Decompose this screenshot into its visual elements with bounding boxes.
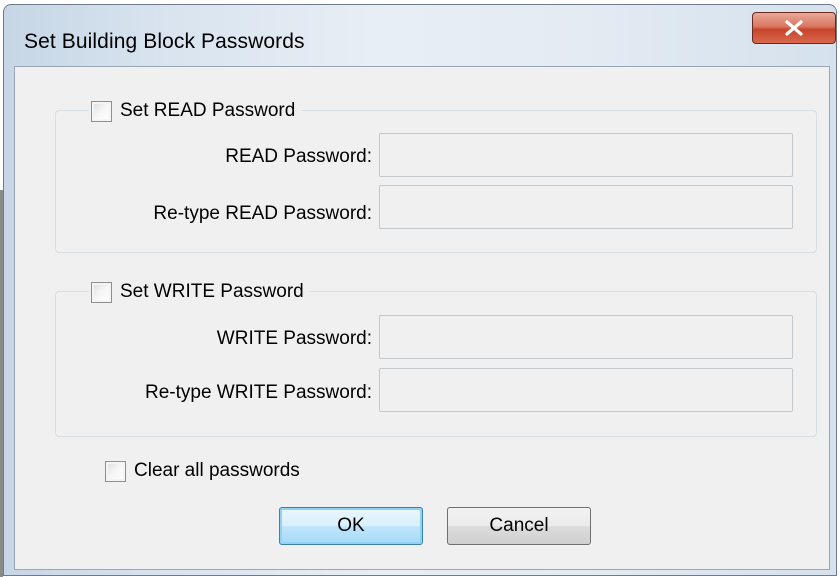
set-write-password-checkbox[interactable] xyxy=(91,281,112,303)
write-password-group xyxy=(55,291,817,437)
write-group-legend[interactable]: Set WRITE Password xyxy=(89,279,310,305)
retype-write-password-label: Re-type WRITE Password: xyxy=(145,382,372,403)
retype-read-password-label: Re-type READ Password: xyxy=(153,203,372,224)
ok-button[interactable]: OK xyxy=(279,507,423,545)
clear-all-passwords-checkbox[interactable] xyxy=(105,460,126,482)
write-password-label: WRITE Password: xyxy=(216,328,372,349)
dialog-client-area: Set READ Password READ Password: Re-type… xyxy=(14,66,830,570)
write-password-field[interactable] xyxy=(379,315,793,359)
clear-all-passwords-row[interactable]: Clear all passwords xyxy=(103,458,306,484)
retype-read-password-field[interactable] xyxy=(379,185,793,229)
cancel-button[interactable]: Cancel xyxy=(447,507,591,545)
set-write-password-label: Set WRITE Password xyxy=(120,281,304,302)
read-password-label: READ Password: xyxy=(225,146,372,167)
clear-all-passwords-label: Clear all passwords xyxy=(134,460,300,481)
read-password-field[interactable] xyxy=(379,133,793,177)
close-icon xyxy=(785,20,803,36)
read-password-group xyxy=(55,110,817,253)
dialog-title: Set Building Block Passwords xyxy=(24,30,305,53)
set-read-password-label: Set READ Password xyxy=(120,100,296,121)
read-group-legend[interactable]: Set READ Password xyxy=(89,98,302,124)
close-button[interactable] xyxy=(752,12,836,44)
dialog-window: Set Building Block Passwords Set READ Pa… xyxy=(3,4,837,576)
retype-write-password-field[interactable] xyxy=(379,368,793,412)
set-read-password-checkbox[interactable] xyxy=(91,100,112,122)
